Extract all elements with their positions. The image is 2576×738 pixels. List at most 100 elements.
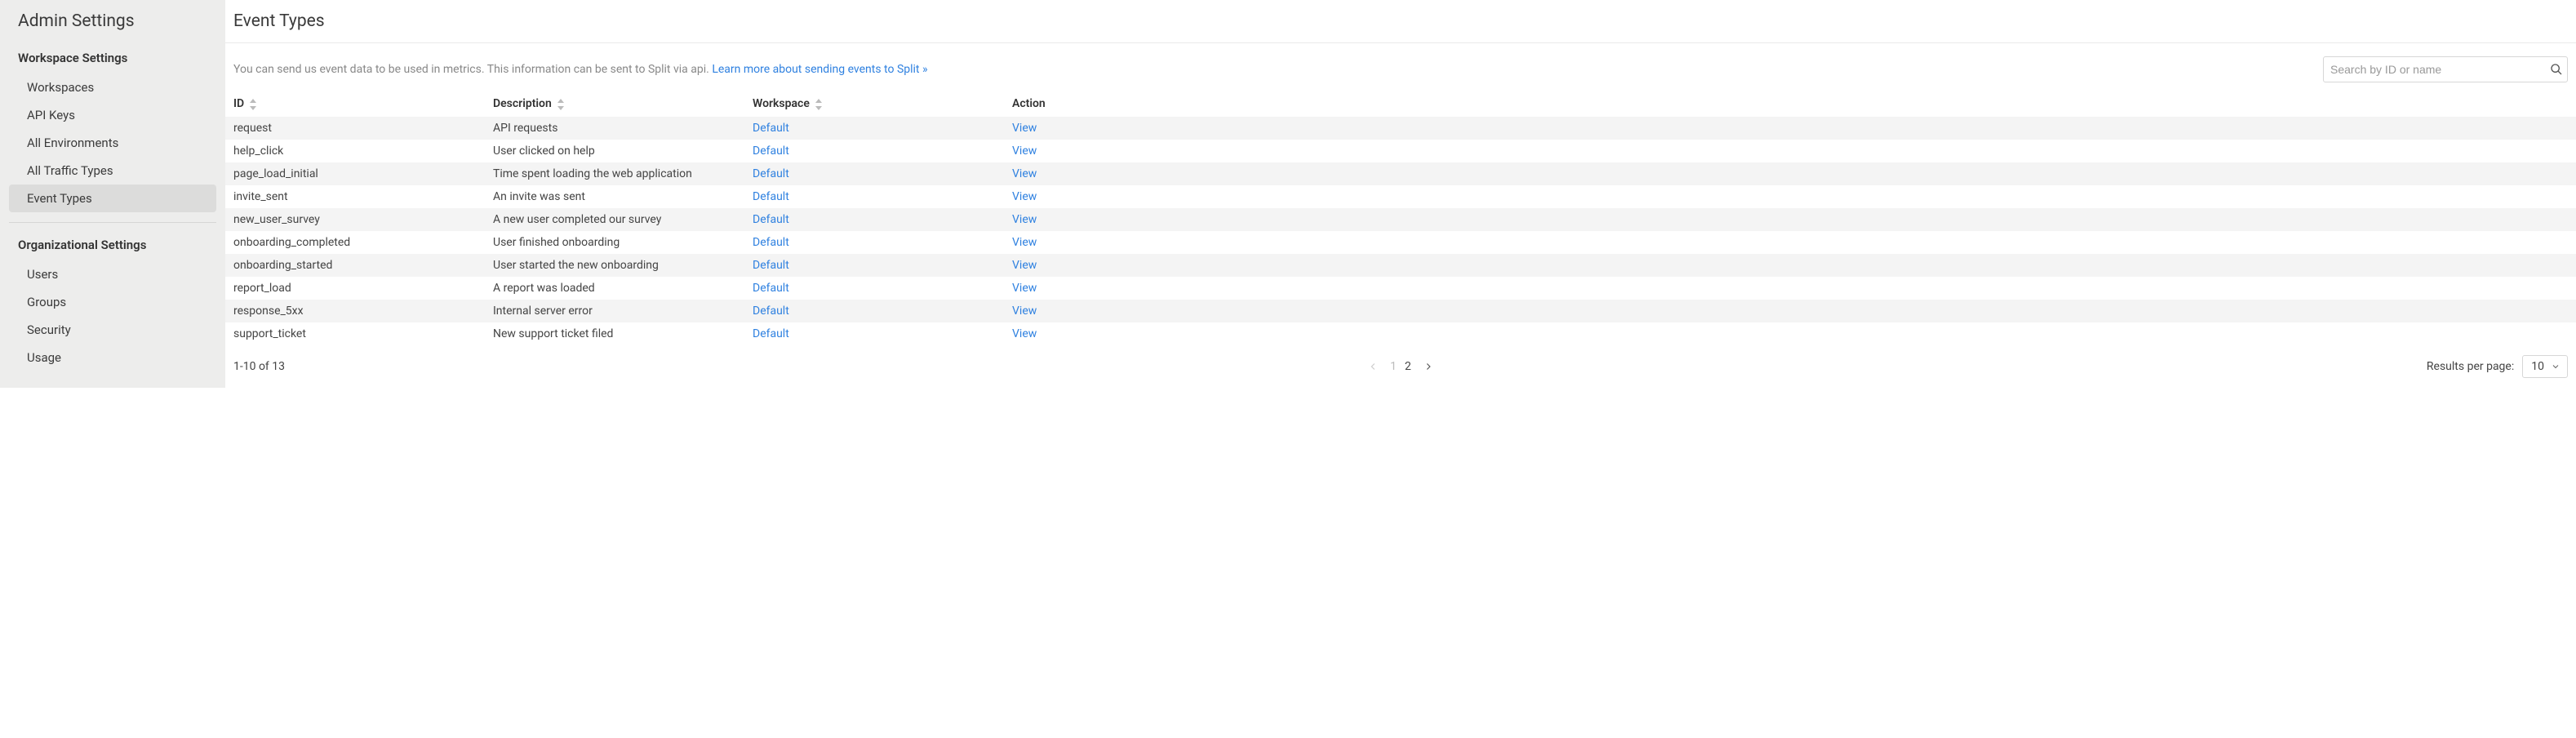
sidebar-divider: [9, 222, 216, 223]
sidebar-item-workspaces[interactable]: Workspaces: [9, 73, 216, 101]
workspace-link[interactable]: Default: [753, 213, 789, 226]
cell-description: Internal server error: [485, 300, 744, 322]
rpp-value: 10: [2531, 360, 2544, 373]
results-per-page: Results per page: 10: [2427, 355, 2568, 378]
cell-workspace: Default: [744, 254, 1004, 277]
pager-prev[interactable]: [1367, 361, 1379, 372]
view-link[interactable]: View: [1012, 327, 1037, 340]
cell-action: View: [1004, 231, 2576, 254]
cell-description: User clicked on help: [485, 140, 744, 162]
sidebar-item-api-keys[interactable]: API Keys: [9, 101, 216, 129]
table-row: help_clickUser clicked on help Default Vie…: [225, 140, 2576, 162]
cell-id: invite_sent: [225, 185, 485, 208]
cell-description: A report was loaded: [485, 277, 744, 300]
intro-text: You can send us event data to be used in…: [233, 63, 928, 76]
cell-workspace: Default: [744, 140, 1004, 162]
cell-workspace: Default: [744, 277, 1004, 300]
workspace-link[interactable]: Default: [753, 190, 789, 203]
table-row: support_ticketNew support ticket filedDe…: [225, 322, 2576, 345]
cell-id: report_load: [225, 277, 485, 300]
sidebar-section-label: Organizational Settings: [9, 226, 216, 260]
workspace-link[interactable]: Default: [753, 305, 789, 318]
table-row: new_user_surveyA new user completed our …: [225, 208, 2576, 231]
col-header-id[interactable]: ID: [225, 91, 485, 117]
sidebar-item-all-environments[interactable]: All Environments: [9, 129, 216, 157]
sidebar-item-users[interactable]: Users: [9, 260, 216, 288]
sort-icon: [557, 99, 565, 109]
table-row: requestAPI requests Default View: [225, 117, 2576, 140]
cell-description: API requests: [485, 117, 744, 140]
cell-description: User started the new onboarding: [485, 254, 744, 277]
table-row: onboarding_completedUser finished onboar…: [225, 231, 2576, 254]
cell-id: help_click: [225, 140, 485, 162]
rpp-select[interactable]: 10: [2522, 355, 2568, 378]
workspace-link[interactable]: Default: [753, 122, 789, 135]
sidebar-item-all-traffic-types[interactable]: All Traffic Types: [9, 157, 216, 184]
col-header-workspace[interactable]: Workspace: [744, 91, 1004, 117]
view-link[interactable]: View: [1012, 167, 1037, 180]
workspace-link[interactable]: Default: [753, 259, 789, 272]
col-header-action-label: Action: [1012, 97, 1046, 110]
sort-icon: [815, 99, 823, 109]
cell-description: Time spent loading the web application: [485, 162, 744, 185]
cell-workspace: Default: [744, 231, 1004, 254]
cell-description: An invite was sent: [485, 185, 744, 208]
workspace-link[interactable]: Default: [753, 282, 789, 295]
col-header-id-label: ID: [233, 97, 244, 110]
view-link[interactable]: View: [1012, 213, 1037, 226]
cell-action: View: [1004, 117, 2576, 140]
workspace-link[interactable]: Default: [753, 327, 789, 340]
page-title: Event Types: [225, 0, 2576, 43]
view-link[interactable]: View: [1012, 190, 1037, 203]
col-header-action: Action: [1004, 91, 2576, 117]
workspace-link[interactable]: Default: [753, 144, 789, 158]
view-link[interactable]: View: [1012, 282, 1037, 295]
table-row: invite_sentAn invite was sent Default View: [225, 185, 2576, 208]
cell-action: View: [1004, 140, 2576, 162]
sidebar-item-event-types[interactable]: Event Types: [9, 184, 216, 212]
sidebar-item-groups[interactable]: Groups: [9, 288, 216, 316]
sort-icon: [249, 99, 257, 109]
cell-id: onboarding_completed: [225, 231, 485, 254]
cell-workspace: Default: [744, 185, 1004, 208]
cell-description: A new user completed our survey: [485, 208, 744, 231]
cell-action: View: [1004, 254, 2576, 277]
view-link[interactable]: View: [1012, 236, 1037, 249]
pager-page[interactable]: 2: [1405, 360, 1411, 373]
table-row: page_load_initialTime spent loading the …: [225, 162, 2576, 185]
view-link[interactable]: View: [1012, 144, 1037, 158]
cell-action: View: [1004, 277, 2576, 300]
table-row: report_loadA report was loaded Default Vie…: [225, 277, 2576, 300]
pager-page: 1: [1390, 360, 1397, 373]
table-row: onboarding_startedUser started the new o…: [225, 254, 2576, 277]
cell-id: request: [225, 117, 485, 140]
cell-workspace: Default: [744, 162, 1004, 185]
cell-description: New support ticket filed: [485, 322, 744, 345]
view-link[interactable]: View: [1012, 122, 1037, 135]
sidebar: Admin Settings Workspace SettingsWorkspa…: [0, 0, 225, 388]
table-row: response_5xxInternal server error Default…: [225, 300, 2576, 322]
intro-text-static: You can send us event data to be used in…: [233, 63, 712, 76]
pager-range: 1-10 of 13: [233, 360, 285, 373]
cell-description: User finished onboarding: [485, 231, 744, 254]
event-types-table: ID Description: [225, 91, 2576, 345]
cell-id: response_5xx: [225, 300, 485, 322]
workspace-link[interactable]: Default: [753, 236, 789, 249]
col-header-description[interactable]: Description: [485, 91, 744, 117]
cell-action: View: [1004, 162, 2576, 185]
chevron-down-icon: [2551, 362, 2560, 371]
main: Event Types You can send us event data t…: [225, 0, 2576, 388]
cell-id: page_load_initial: [225, 162, 485, 185]
search-input[interactable]: [2323, 56, 2568, 82]
pager-next[interactable]: [1423, 361, 1434, 372]
view-link[interactable]: View: [1012, 305, 1037, 318]
sidebar-item-security[interactable]: Security: [9, 316, 216, 344]
view-link[interactable]: View: [1012, 259, 1037, 272]
learn-more-link[interactable]: Learn more about sending events to Split…: [712, 63, 927, 76]
cell-workspace: Default: [744, 322, 1004, 345]
sidebar-item-usage[interactable]: Usage: [9, 344, 216, 371]
cell-action: View: [1004, 208, 2576, 231]
workspace-link[interactable]: Default: [753, 167, 789, 180]
cell-workspace: Default: [744, 300, 1004, 322]
col-header-workspace-label: Workspace: [753, 97, 810, 110]
